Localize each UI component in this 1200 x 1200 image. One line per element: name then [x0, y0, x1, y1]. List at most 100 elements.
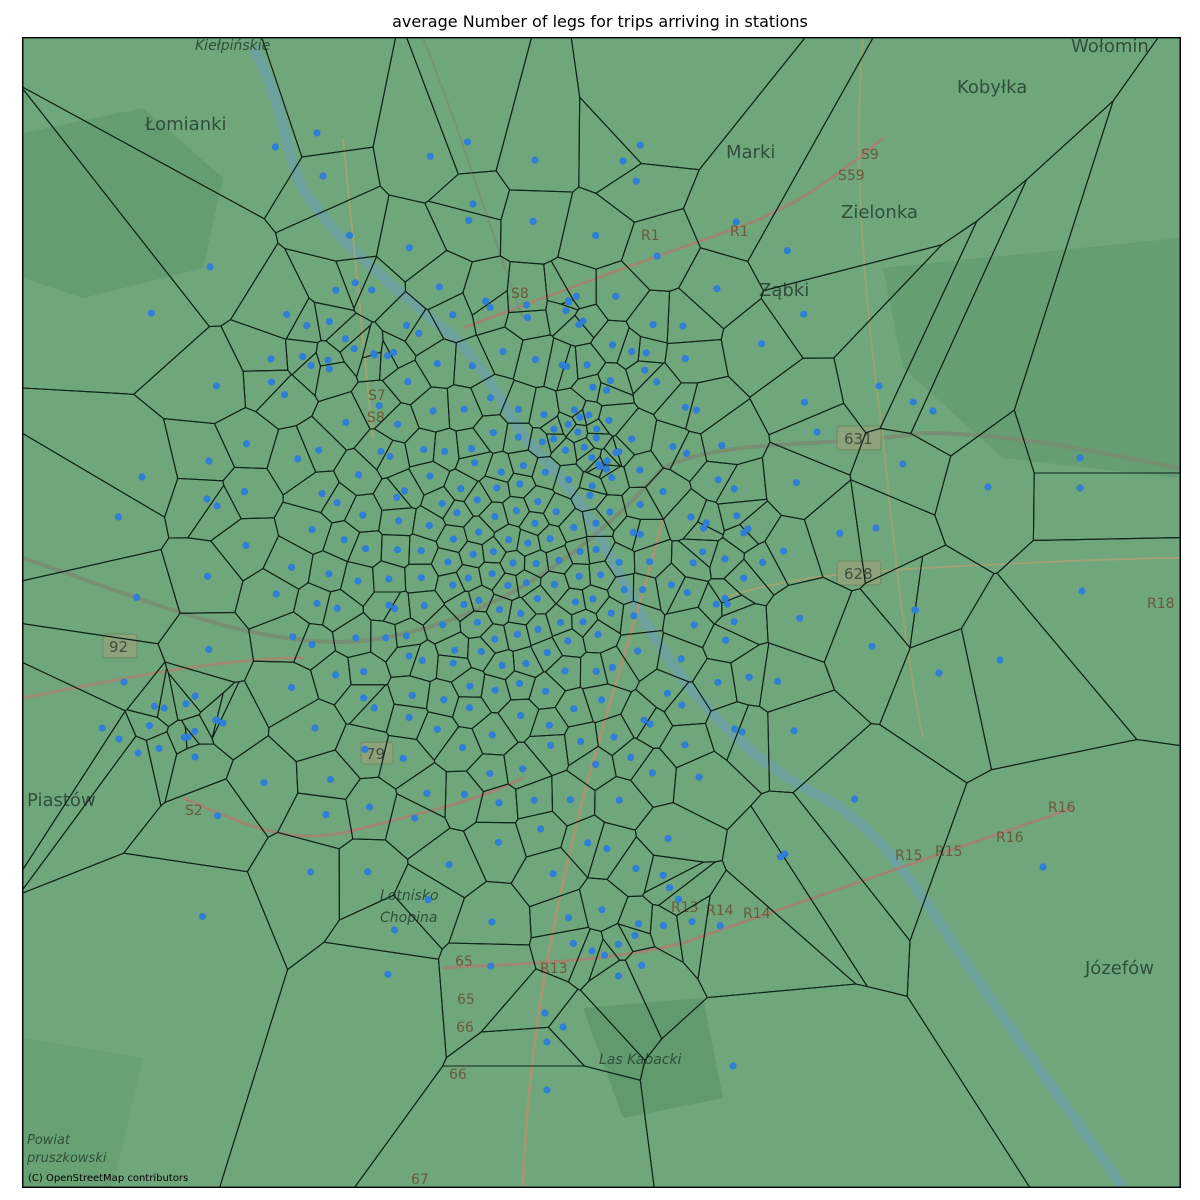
station-point[interactable]	[588, 947, 596, 955]
station-point[interactable]	[565, 476, 573, 484]
station-point[interactable]	[512, 507, 520, 515]
station-point[interactable]	[364, 868, 372, 876]
station-point[interactable]	[593, 425, 601, 433]
station-point[interactable]	[385, 601, 393, 609]
station-point[interactable]	[659, 922, 668, 930]
station-point[interactable]	[636, 530, 644, 538]
station-point[interactable]	[384, 970, 392, 978]
station-point[interactable]	[612, 292, 620, 300]
station-point[interactable]	[417, 547, 425, 555]
station-point[interactable]	[495, 606, 504, 614]
station-point[interactable]	[665, 884, 674, 892]
station-point[interactable]	[716, 922, 724, 930]
station-point[interactable]	[522, 579, 530, 587]
station-point[interactable]	[722, 636, 730, 644]
station-point[interactable]	[646, 558, 654, 566]
station-point[interactable]	[477, 648, 485, 656]
station-point[interactable]	[319, 172, 327, 180]
station-point[interactable]	[534, 625, 542, 633]
station-point[interactable]	[627, 753, 635, 762]
station-point[interactable]	[325, 570, 333, 578]
station-point[interactable]	[318, 490, 326, 498]
station-point[interactable]	[615, 796, 623, 804]
station-point[interactable]	[576, 413, 584, 421]
station-point[interactable]	[489, 548, 497, 556]
station-point[interactable]	[646, 720, 654, 728]
station-point[interactable]	[614, 940, 623, 948]
station-point[interactable]	[550, 581, 559, 589]
station-point[interactable]	[687, 513, 695, 521]
station-point[interactable]	[659, 871, 667, 879]
station-point[interactable]	[653, 378, 661, 386]
station-point[interactable]	[557, 618, 565, 627]
station-point[interactable]	[552, 508, 560, 516]
station-point[interactable]	[542, 687, 550, 695]
station-point[interactable]	[538, 438, 546, 446]
station-point[interactable]	[303, 322, 311, 330]
station-point[interactable]	[598, 906, 606, 914]
station-point[interactable]	[515, 679, 524, 688]
station-point[interactable]	[575, 321, 583, 329]
station-point[interactable]	[872, 524, 880, 532]
station-point[interactable]	[444, 558, 452, 566]
station-point[interactable]	[745, 673, 753, 681]
station-point[interactable]	[404, 378, 412, 386]
station-point[interactable]	[608, 474, 616, 482]
station-point[interactable]	[712, 600, 720, 608]
station-point[interactable]	[781, 850, 789, 858]
station-point[interactable]	[429, 407, 437, 415]
station-point[interactable]	[723, 600, 731, 608]
station-point[interactable]	[326, 775, 335, 784]
station-point[interactable]	[564, 420, 572, 428]
station-point[interactable]	[790, 727, 798, 735]
station-point[interactable]	[541, 468, 550, 476]
station-point[interactable]	[377, 447, 385, 456]
station-point[interactable]	[1078, 587, 1086, 595]
station-point[interactable]	[114, 513, 122, 521]
station-point[interactable]	[120, 678, 128, 686]
station-point[interactable]	[370, 704, 378, 712]
station-point[interactable]	[759, 558, 767, 567]
station-point[interactable]	[433, 725, 441, 733]
station-point[interactable]	[405, 244, 413, 252]
station-point[interactable]	[678, 701, 686, 709]
station-point[interactable]	[486, 303, 494, 311]
station-point[interactable]	[585, 411, 593, 419]
station-point[interactable]	[466, 682, 474, 690]
station-point[interactable]	[681, 403, 690, 411]
station-point[interactable]	[649, 321, 657, 329]
station-point[interactable]	[792, 478, 801, 487]
station-point[interactable]	[212, 716, 220, 724]
station-point[interactable]	[361, 745, 369, 753]
station-point[interactable]	[537, 825, 545, 833]
station-point[interactable]	[575, 572, 583, 580]
station-point[interactable]	[780, 547, 788, 555]
station-point[interactable]	[289, 633, 297, 641]
station-point[interactable]	[260, 779, 268, 787]
station-point[interactable]	[242, 440, 251, 448]
map-panel[interactable]: Kiełpińskie Łomianki Marki Kobyłka Wołom…	[22, 37, 1181, 1188]
station-point[interactable]	[489, 429, 497, 437]
station-point[interactable]	[571, 598, 580, 606]
station-point[interactable]	[115, 735, 123, 743]
station-point[interactable]	[294, 455, 302, 463]
station-point[interactable]	[441, 447, 449, 456]
station-point[interactable]	[699, 548, 707, 556]
station-point[interactable]	[469, 550, 477, 558]
station-point[interactable]	[558, 361, 566, 369]
station-point[interactable]	[607, 609, 615, 617]
station-point[interactable]	[543, 1086, 551, 1094]
station-point[interactable]	[354, 577, 362, 585]
station-point[interactable]	[449, 581, 457, 589]
station-point[interactable]	[504, 581, 512, 590]
station-point[interactable]	[800, 398, 809, 406]
station-point[interactable]	[350, 345, 358, 353]
station-point[interactable]	[561, 667, 569, 675]
station-point[interactable]	[683, 449, 691, 457]
station-point[interactable]	[899, 460, 907, 468]
station-point[interactable]	[546, 535, 554, 543]
station-point[interactable]	[449, 535, 457, 543]
station-point[interactable]	[733, 512, 741, 520]
station-point[interactable]	[184, 733, 192, 741]
station-point[interactable]	[313, 599, 321, 608]
